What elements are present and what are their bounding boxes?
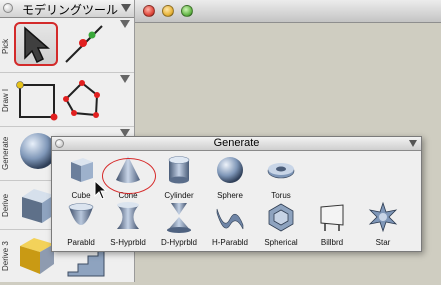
shape-star-label: Star bbox=[375, 238, 391, 247]
palette-title: モデリングツール bbox=[22, 3, 119, 17]
shape-torus[interactable]: Torus bbox=[255, 154, 307, 200]
generate-panel-title: Generate bbox=[213, 137, 260, 149]
shape-sphere[interactable]: Sphere bbox=[204, 154, 256, 200]
line-icon bbox=[65, 25, 103, 63]
section-draw-label: Draw I bbox=[1, 88, 10, 112]
main-window-titlebar bbox=[135, 0, 441, 23]
palette-close-button[interactable] bbox=[3, 3, 13, 13]
polygon-tool[interactable] bbox=[62, 77, 106, 121]
h-paraboloid-icon bbox=[216, 208, 244, 230]
rectangle-icon bbox=[16, 81, 58, 121]
section-pick-arrow-icon[interactable] bbox=[120, 20, 130, 28]
shape-billboard[interactable]: Billbrd bbox=[306, 201, 358, 247]
shape-s-hyperboloid[interactable]: S-Hyprbld bbox=[102, 201, 154, 247]
cone-highlight-ring bbox=[102, 158, 156, 194]
window-minimize-button[interactable] bbox=[162, 5, 174, 17]
section-derive-label: Derive bbox=[1, 193, 10, 217]
cylinder-icon bbox=[168, 156, 190, 184]
shape-h-paraboloid[interactable]: H-Parabld bbox=[204, 201, 256, 247]
shape-spherical[interactable]: Spherical bbox=[255, 201, 307, 247]
torus-icon bbox=[267, 163, 295, 179]
spherical-polyhedron-icon bbox=[268, 203, 294, 232]
sphere-icon bbox=[217, 157, 243, 183]
window-zoom-button[interactable] bbox=[181, 5, 193, 17]
generate-panel-titlebar: Generate bbox=[52, 137, 421, 151]
section-derive3-label: Derive 3 bbox=[1, 241, 10, 271]
rectangle-tool[interactable] bbox=[16, 77, 60, 121]
mouse-cursor-icon bbox=[94, 180, 108, 200]
pick-tool[interactable] bbox=[14, 22, 58, 66]
s-hyperboloid-icon bbox=[117, 202, 139, 229]
section-draw: Draw I bbox=[0, 73, 134, 127]
cube-icon bbox=[71, 158, 93, 182]
window-close-button[interactable] bbox=[143, 5, 155, 17]
line-tool[interactable] bbox=[62, 22, 106, 66]
paraboloid-icon bbox=[68, 203, 94, 225]
d-hyperboloid-icon bbox=[167, 203, 191, 233]
generate-menu-arrow-icon[interactable] bbox=[409, 140, 417, 147]
shape-d-hyperboloid[interactable]: D-Hyprbld bbox=[153, 201, 205, 247]
palette-titlebar: モデリングツール bbox=[0, 0, 134, 18]
shape-torus-label: Torus bbox=[271, 191, 291, 200]
section-draw-arrow-icon[interactable] bbox=[120, 75, 130, 83]
billboard-icon bbox=[320, 204, 344, 231]
star-icon bbox=[368, 201, 398, 233]
section-pick-label: Pick bbox=[1, 38, 10, 54]
polygon-icon bbox=[63, 80, 100, 118]
palette-menu-arrow-icon[interactable] bbox=[121, 4, 131, 12]
shape-cylinder[interactable]: Cylinder bbox=[153, 154, 205, 200]
shape-star[interactable]: Star bbox=[357, 201, 409, 247]
section-generate-label: Generate bbox=[1, 136, 10, 170]
section-pick: Pick bbox=[0, 18, 134, 73]
cursor-arrow-icon bbox=[24, 26, 51, 64]
